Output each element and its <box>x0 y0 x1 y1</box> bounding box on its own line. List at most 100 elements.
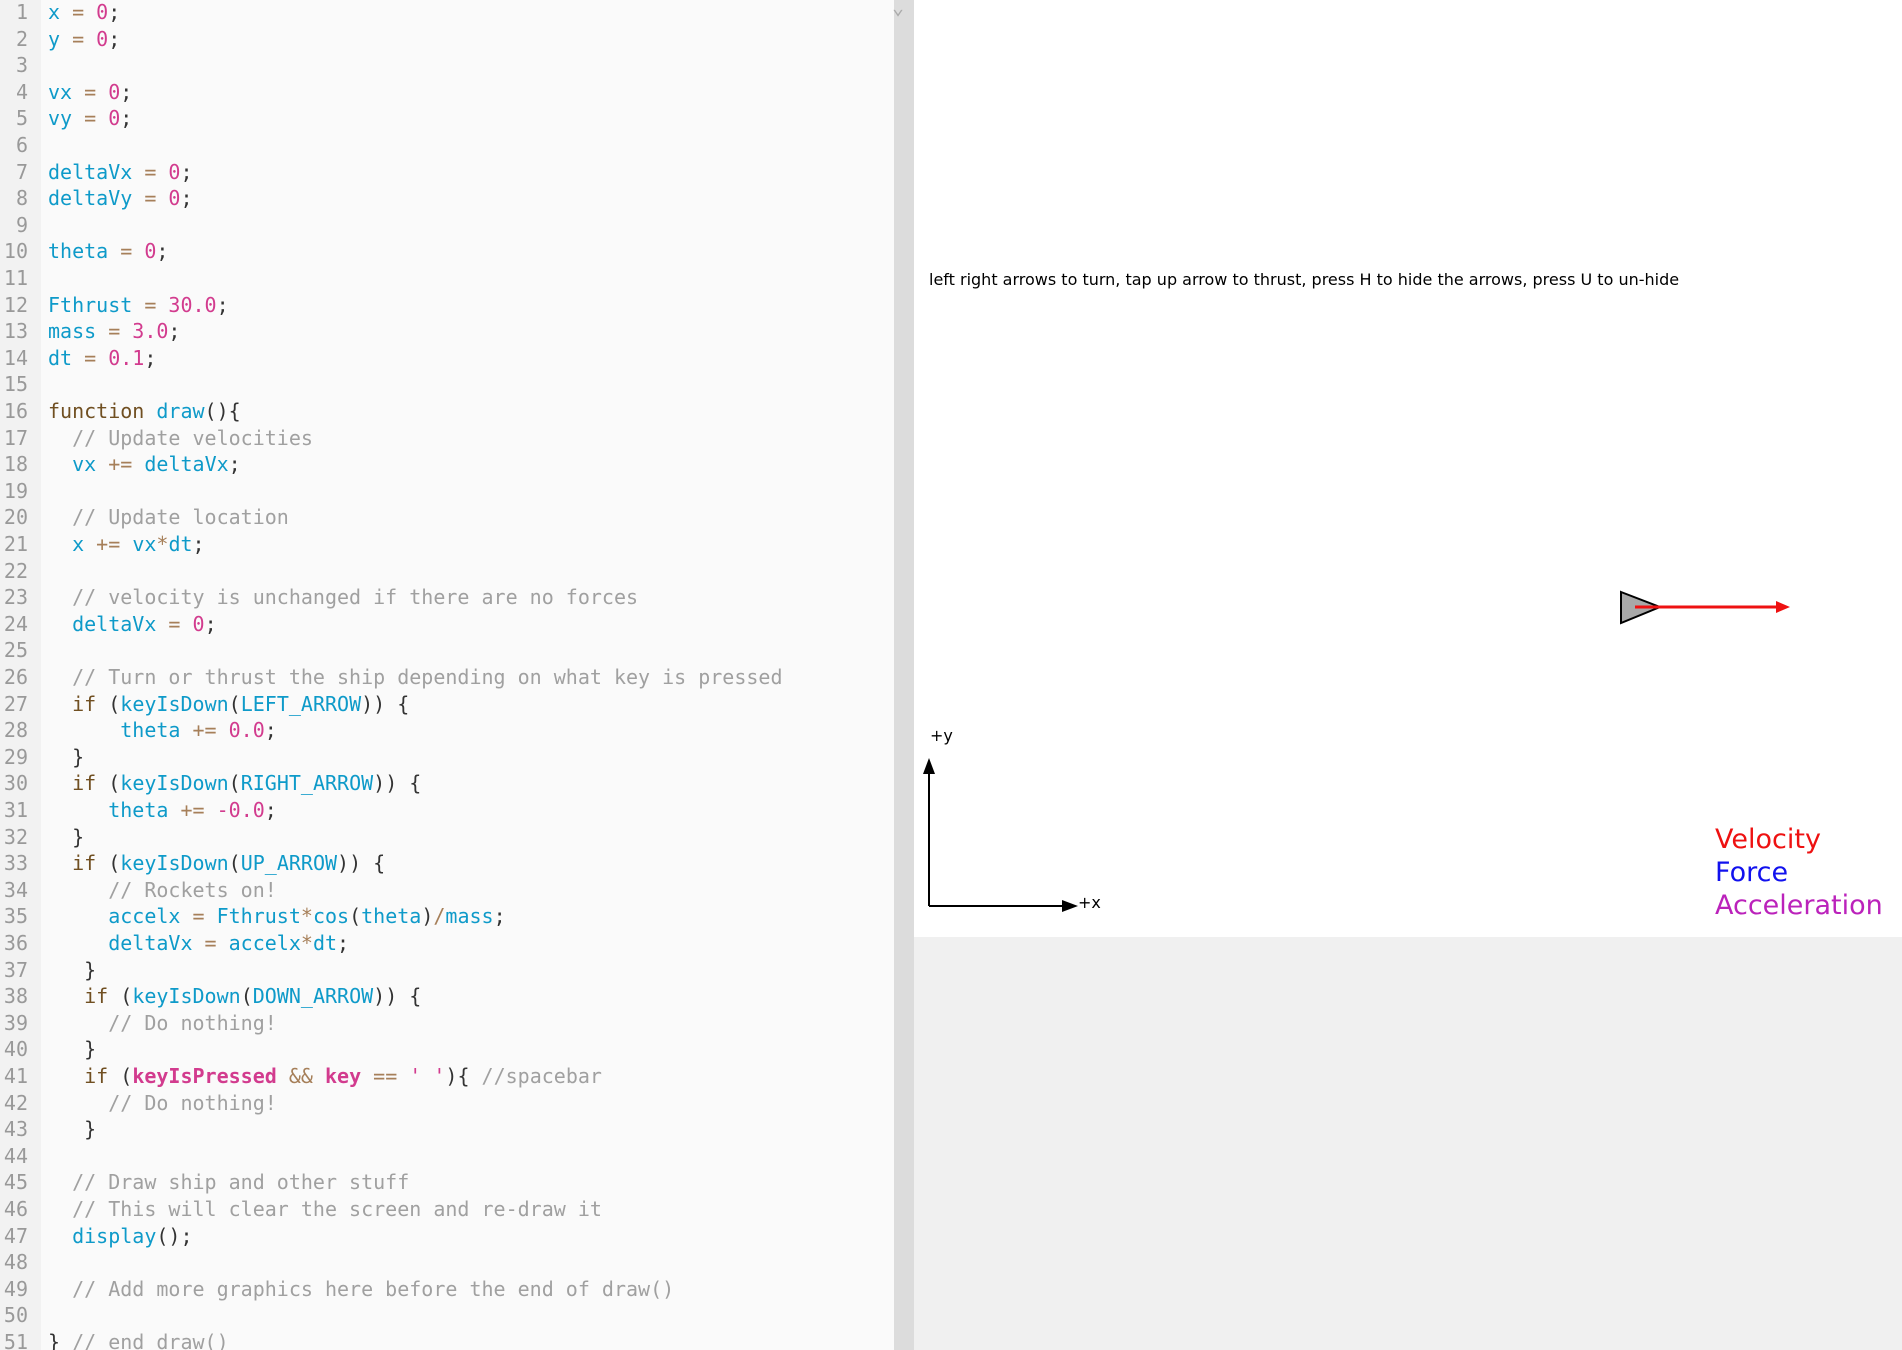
code-line[interactable]: 49 // Add more graphics here before the … <box>0 1276 894 1303</box>
code-line[interactable]: 25 <box>0 637 894 664</box>
code-text: // Do nothing! <box>48 1010 277 1037</box>
code-line[interactable]: 41 if (keyIsPressed && key == ' '){ //sp… <box>0 1063 894 1090</box>
code-line[interactable]: 29 } <box>0 744 894 771</box>
code-text: deltaVx = accelx*dt; <box>48 930 349 957</box>
code-token: ; <box>493 904 506 928</box>
line-number: 10 <box>3 239 28 263</box>
code-line[interactable]: 7 deltaVx = 0; <box>0 159 894 186</box>
code-line[interactable]: 16 function draw(){ <box>0 398 894 425</box>
code-token: UP_ARROW <box>240 851 338 875</box>
code-line[interactable]: 21 x += vx*dt; <box>0 531 894 558</box>
code-line[interactable]: 33 if (keyIsDown(UP_ARROW)) { <box>0 850 894 877</box>
code-text: deltaVx = 0; <box>48 611 217 638</box>
chevron-down-icon[interactable]: ⌄ <box>880 0 916 20</box>
code-line[interactable]: 32 } <box>0 824 894 851</box>
code-line[interactable]: 4 vx = 0; <box>0 79 894 106</box>
code-token: = <box>156 612 193 636</box>
code-line[interactable]: 20 // Update location <box>0 504 894 531</box>
line-number: 32 <box>3 825 28 849</box>
code-line[interactable]: 46 // This will clear the screen and re-… <box>0 1196 894 1223</box>
editor-scrollbar[interactable] <box>894 0 914 1350</box>
code-line[interactable]: 11 <box>0 265 894 292</box>
code-token: ; <box>337 931 350 955</box>
code-text: vy = 0; <box>48 105 132 132</box>
code-token: 0.0 <box>228 718 265 742</box>
code-token: 0 <box>96 0 109 24</box>
code-line[interactable]: 38 if (keyIsDown(DOWN_ARROW)) { <box>0 983 894 1010</box>
sketch-canvas[interactable]: left right arrows to turn, tap up arrow … <box>914 0 1902 937</box>
line-number: 40 <box>3 1037 28 1061</box>
code-token: ( <box>96 851 121 875</box>
code-line[interactable]: 27 if (keyIsDown(LEFT_ARROW)) { <box>0 691 894 718</box>
code-token: // Rockets on! <box>108 878 277 902</box>
code-line[interactable]: 31 theta += -0.0; <box>0 797 894 824</box>
code-line[interactable]: 39 // Do nothing! <box>0 1010 894 1037</box>
code-line[interactable]: 34 // Rockets on! <box>0 877 894 904</box>
code-line[interactable]: 47 display(); <box>0 1223 894 1250</box>
code-token: )) { <box>361 692 410 716</box>
code-line[interactable]: 30 if (keyIsDown(RIGHT_ARROW)) { <box>0 770 894 797</box>
code-line[interactable]: 14 dt = 0.1; <box>0 345 894 372</box>
code-line[interactable]: 36 deltaVx = accelx*dt; <box>0 930 894 957</box>
code-line[interactable]: 51} // end draw() <box>0 1329 894 1350</box>
code-token: 0 <box>144 239 157 263</box>
code-line[interactable]: 50 <box>0 1302 894 1329</box>
code-line[interactable]: 37 } <box>0 957 894 984</box>
code-line[interactable]: 45 // Draw ship and other stuff <box>0 1169 894 1196</box>
code-line[interactable]: 1x = 0; <box>0 0 894 26</box>
code-text: // Draw ship and other stuff <box>48 1169 409 1196</box>
code-line[interactable]: 35 accelx = Fthrust*cos(theta)/mass; <box>0 903 894 930</box>
code-token: ; <box>144 346 157 370</box>
code-token: // Update location <box>72 505 289 529</box>
code-line[interactable]: 18 vx += deltaVx; <box>0 451 894 478</box>
code-line[interactable]: 3 <box>0 52 894 79</box>
code-text: // This will clear the screen and re-dra… <box>48 1196 602 1223</box>
code-line[interactable]: 44 <box>0 1143 894 1170</box>
code-line[interactable]: 5 vy = 0; <box>0 105 894 132</box>
code-text: mass = 3.0; <box>48 318 180 345</box>
y-axis-arrow-head <box>923 758 935 774</box>
code-line[interactable]: 48 <box>0 1249 894 1276</box>
code-token: = <box>96 319 133 343</box>
code-line[interactable]: 24 deltaVx = 0; <box>0 611 894 638</box>
code-line[interactable]: 22 <box>0 558 894 585</box>
code-token: ; <box>180 186 193 210</box>
code-line[interactable]: 26 // Turn or thrust the ship depending … <box>0 664 894 691</box>
code-line[interactable]: 9 <box>0 212 894 239</box>
line-number: 41 <box>3 1064 28 1088</box>
code-line[interactable]: 17 // Update velocities <box>0 425 894 452</box>
code-token: ; <box>264 718 277 742</box>
code-text: } <box>48 957 96 984</box>
code-line[interactable]: 13 mass = 3.0; <box>0 318 894 345</box>
code-line[interactable]: 8 deltaVy = 0; <box>0 185 894 212</box>
code-token: RIGHT_ARROW <box>240 771 374 795</box>
code-line[interactable]: 2y = 0; <box>0 26 894 53</box>
code-token: ; <box>120 106 133 130</box>
code-line[interactable]: 12 Fthrust = 30.0; <box>0 292 894 319</box>
code-line[interactable]: 19 <box>0 478 894 505</box>
code-line[interactable]: 42 // Do nothing! <box>0 1090 894 1117</box>
line-number: 28 <box>3 718 28 742</box>
code-line[interactable]: 28 theta += 0.0; <box>0 717 894 744</box>
code-line[interactable]: 40 } <box>0 1036 894 1063</box>
code-token: 0 <box>108 80 121 104</box>
code-line[interactable]: 15 <box>0 371 894 398</box>
code-editor[interactable]: 1x = 0; 2 y = 0; 3 4 vx = 0; 5 vy = 0; 6 7 deltaVx… <box>0 0 894 1350</box>
code-token: ; <box>108 0 121 24</box>
code-text: } <box>48 744 84 771</box>
code-line[interactable]: 43 } <box>0 1116 894 1143</box>
code-line[interactable]: 23 // velocity is unchanged if there are… <box>0 584 894 611</box>
code-text: if (keyIsDown(UP_ARROW)) { <box>48 850 385 877</box>
line-number: 17 <box>3 426 28 450</box>
line-number: 7 <box>15 160 28 184</box>
legend-item-acceleration: Acceleration <box>1715 890 1883 921</box>
code-line[interactable]: 10 theta = 0; <box>0 238 894 265</box>
code-line[interactable]: 6 <box>0 132 894 159</box>
code-token: ; <box>120 80 133 104</box>
